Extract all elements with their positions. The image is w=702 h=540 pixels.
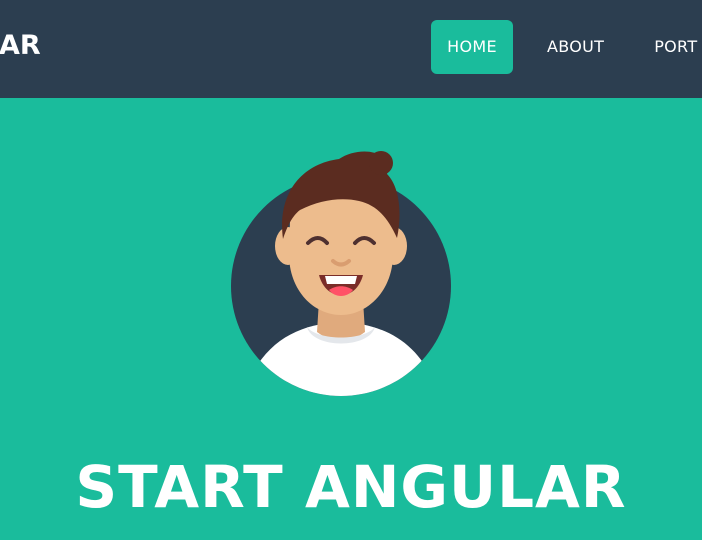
hair-curl (369, 151, 393, 175)
teeth (325, 276, 357, 284)
nav-about-link[interactable]: ABOUT (547, 20, 604, 74)
navbar: AR HOME ABOUT PORT (0, 0, 702, 98)
hero-section: START ANGULAR (0, 98, 702, 540)
avatar-icon (231, 151, 451, 396)
nav-portfolio-link[interactable]: PORT (654, 20, 697, 74)
hero-title: START ANGULAR (75, 453, 627, 521)
nav-links: HOME ABOUT PORT (431, 20, 697, 74)
brand-logo-text[interactable]: AR (0, 28, 41, 64)
nav-home-link[interactable]: HOME (431, 20, 513, 74)
